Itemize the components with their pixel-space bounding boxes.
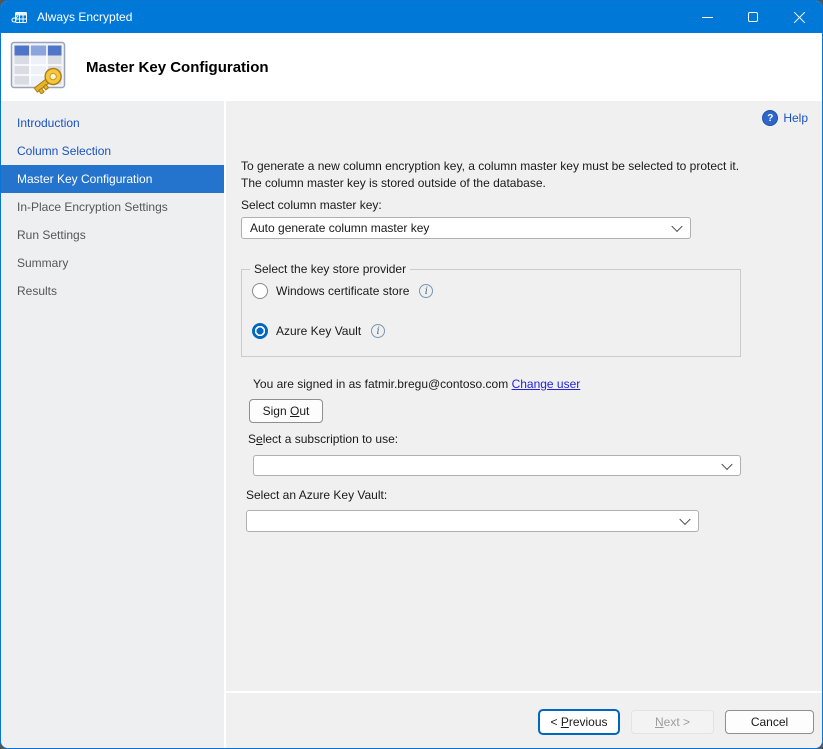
- chevron-down-icon: [679, 514, 690, 525]
- wizard-header: Master Key Configuration: [1, 33, 822, 101]
- close-icon: [793, 11, 806, 24]
- radio-selected-icon: [252, 323, 268, 339]
- change-user-link[interactable]: Change user: [512, 377, 581, 391]
- master-key-dropdown[interactable]: Auto generate column master key: [241, 217, 691, 239]
- previous-button[interactable]: < Previous: [538, 709, 620, 735]
- help-icon: ?: [762, 110, 778, 126]
- help-label: Help: [783, 111, 808, 125]
- azure-key-vault-radio[interactable]: Azure Key Vault i: [252, 323, 385, 339]
- info-icon[interactable]: i: [419, 284, 433, 298]
- radio-unselected-icon: [252, 283, 268, 299]
- step-master-key-configuration[interactable]: Master Key Configuration: [1, 165, 224, 193]
- key-store-provider-group-title: Select the key store provider: [250, 262, 410, 276]
- intro-text: To generate a new column encryption key,…: [241, 158, 749, 192]
- table-key-icon: [10, 41, 68, 94]
- chevron-down-icon: [721, 458, 732, 469]
- master-key-label: Select column master key:: [241, 198, 382, 212]
- step-in-place-encryption-settings: In-Place Encryption Settings: [1, 193, 224, 221]
- step-results: Results: [1, 277, 224, 305]
- info-icon[interactable]: i: [371, 324, 385, 338]
- help-link[interactable]: ? Help: [762, 110, 808, 126]
- signed-in-status: You are signed in as fatmir.bregu@contos…: [253, 377, 580, 391]
- cancel-button[interactable]: Cancel: [725, 710, 814, 734]
- window-controls: [684, 1, 822, 33]
- step-summary: Summary: [1, 249, 224, 277]
- windows-certificate-store-label: Windows certificate store: [276, 284, 409, 298]
- main-panel: ? Help To generate a new column encrypti…: [226, 101, 822, 691]
- step-run-settings: Run Settings: [1, 221, 224, 249]
- azure-key-vault-label: Azure Key Vault: [276, 324, 361, 338]
- always-encrypted-icon: [11, 9, 28, 26]
- subscription-label: Select a subscription to use:: [248, 432, 398, 446]
- step-introduction[interactable]: Introduction: [1, 109, 224, 137]
- subscription-dropdown[interactable]: [253, 455, 741, 476]
- key-vault-label: Select an Azure Key Vault:: [246, 488, 387, 502]
- next-button[interactable]: Next >: [631, 710, 714, 734]
- key-store-provider-group: Select the key store provider Windows ce…: [241, 269, 741, 357]
- window-title: Always Encrypted: [37, 10, 132, 24]
- sign-out-button[interactable]: Sign Out: [249, 399, 323, 423]
- wizard-steps-sidebar: Introduction Column Selection Master Key…: [1, 101, 226, 748]
- step-column-selection[interactable]: Column Selection: [1, 137, 224, 165]
- signed-in-text: You are signed in as fatmir.bregu@contos…: [253, 377, 508, 391]
- master-key-dropdown-value: Auto generate column master key: [250, 221, 429, 235]
- maximize-icon: [748, 12, 758, 22]
- windows-certificate-store-radio[interactable]: Windows certificate store i: [252, 283, 433, 299]
- maximize-button[interactable]: [730, 1, 776, 33]
- always-encrypted-dialog: Always Encrypted Master: [0, 0, 823, 749]
- chevron-down-icon: [671, 221, 682, 232]
- page-title: Master Key Configuration: [86, 59, 269, 76]
- key-vault-dropdown[interactable]: [246, 510, 699, 532]
- title-bar: Always Encrypted: [1, 1, 822, 33]
- minimize-icon: [702, 17, 713, 18]
- wizard-footer: < Previous Next > Cancel: [226, 691, 822, 748]
- minimize-button[interactable]: [684, 1, 730, 33]
- close-button[interactable]: [776, 1, 822, 33]
